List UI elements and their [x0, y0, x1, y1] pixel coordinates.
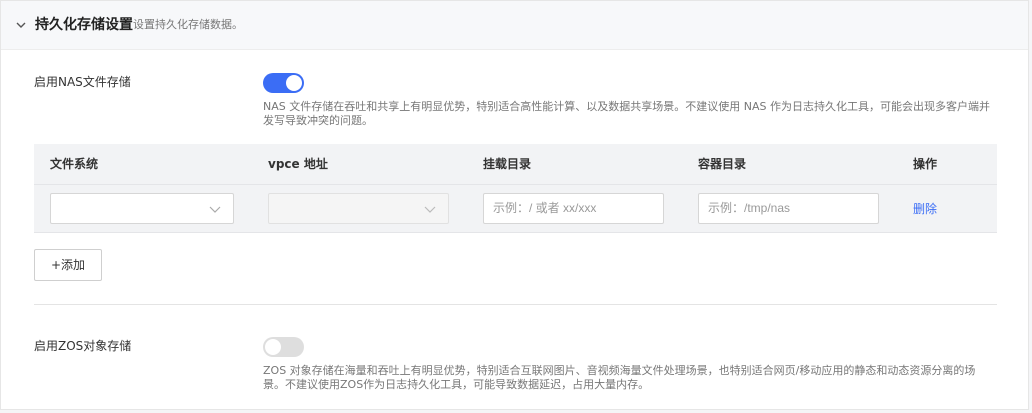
section-header[interactable]: 持久化存储设置 设置持久化存储数据。	[1, 1, 1028, 50]
column-header-mount-dir: 挂载目录	[483, 157, 532, 171]
column-header-vpce: vpce 地址	[268, 157, 328, 171]
mount-dir-input[interactable]: 示例：/ 或者 xx/xxx	[483, 193, 664, 224]
chevron-down-icon	[209, 206, 221, 213]
divider	[34, 304, 997, 305]
column-header-actions: 操作	[913, 157, 938, 171]
nas-label: 启用NAS文件存储	[34, 75, 131, 89]
section-subtitle: 设置持久化存储数据。	[133, 18, 243, 31]
toggle-knob	[286, 75, 302, 91]
zos-description: ZOS 对象存储在海量和吞吐上有明显优势，特别适合互联网图片、音视频海量文件处理…	[263, 364, 976, 391]
filesystem-select[interactable]	[50, 193, 234, 224]
column-header-container-dir: 容器目录	[698, 157, 747, 171]
chevron-down-icon	[424, 206, 436, 213]
container-dir-input[interactable]: 示例：/tmp/nas	[698, 193, 879, 224]
table-row: 示例：/ 或者 xx/xxx 示例：/tmp/nas 删除	[34, 184, 997, 233]
zos-toggle[interactable]	[263, 337, 304, 357]
nas-toggle[interactable]	[263, 73, 304, 93]
vpce-select[interactable]	[268, 193, 449, 224]
add-button[interactable]: +添加	[34, 249, 102, 281]
delete-link[interactable]: 删除	[913, 201, 937, 217]
nas-mount-table: 文件系统 vpce 地址 挂载目录 容器目录 操作 示例：/ 或者 xx/xxx…	[34, 144, 997, 233]
persistent-storage-panel: 持久化存储设置 设置持久化存储数据。 启用NAS文件存储 NAS 文件存储在吞吐…	[0, 0, 1029, 410]
section-title: 持久化存储设置	[35, 17, 133, 33]
toggle-knob	[265, 339, 281, 355]
chevron-down-icon[interactable]	[15, 19, 27, 31]
table-header: 文件系统 vpce 地址 挂载目录 容器目录 操作	[34, 144, 997, 184]
nas-description: NAS 文件存储在吞吐和共享上有明显优势，特别适合高性能计算、以及数据共享场景。…	[263, 100, 990, 127]
column-header-filesystem: 文件系统	[50, 157, 99, 171]
zos-label: 启用ZOS对象存储	[34, 339, 132, 353]
